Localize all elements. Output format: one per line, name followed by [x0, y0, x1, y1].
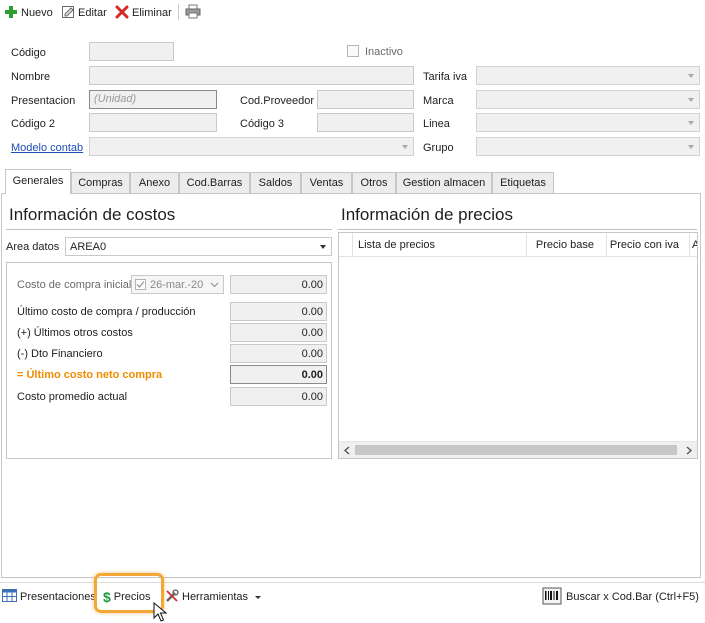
nombre-input[interactable]: [89, 66, 414, 85]
edit-label: Editar: [78, 7, 107, 19]
grupo-label: Grupo: [423, 142, 454, 154]
pencil-icon: [61, 5, 75, 22]
costo-compra-inicial-date: 26-mar.-20: [150, 279, 204, 291]
toolbar-divider: [178, 4, 179, 20]
linea-select[interactable]: [476, 113, 700, 132]
costos-divider: [6, 229, 332, 230]
tab-cod-barras[interactable]: Cod.Barras: [179, 172, 250, 193]
codigo3-input[interactable]: [317, 113, 414, 132]
otros-costos-label: (+) Últimos otros costos: [17, 327, 133, 339]
costo-promedio-label: Costo promedio actual: [17, 391, 128, 403]
dto-financiero-label: (-) Dto Financiero: [17, 348, 103, 360]
precios-grid[interactable]: Lista de precios Precio base Precio con …: [338, 232, 698, 459]
presentacion-label: Presentacion: [11, 95, 76, 107]
grid-icon: [2, 589, 17, 605]
print-button[interactable]: [185, 4, 201, 22]
buscar-codbar-label: Buscar x Cod.Bar (Ctrl+F5): [566, 591, 699, 603]
tab-ventas[interactable]: Ventas: [301, 172, 352, 193]
new-label: Nuevo: [21, 7, 53, 19]
inactivo-checkbox[interactable]: [347, 45, 359, 57]
chevron-down-icon: [320, 245, 326, 249]
grupo-select[interactable]: [476, 137, 700, 156]
date-checkbox[interactable]: [135, 279, 146, 290]
scrollbar-thumb[interactable]: [355, 445, 677, 455]
herramientas-label: Herramientas: [182, 591, 249, 603]
chevron-down-icon: [688, 74, 694, 78]
codigo-input[interactable]: [89, 42, 174, 61]
plus-icon: [4, 5, 18, 22]
tab-etiquetas[interactable]: Etiquetas: [492, 172, 554, 193]
delete-button[interactable]: Eliminar: [115, 4, 172, 22]
costos-title: Información de costos: [9, 205, 176, 224]
costo-compra-inicial-date-picker[interactable]: 26-mar.-20: [131, 275, 224, 294]
costo-compra-inicial-label: Costo de compra inicial: [17, 279, 132, 291]
dollar-icon: $: [103, 589, 111, 605]
presentacion-input[interactable]: (Unidad): [89, 90, 217, 109]
inactivo-label: Inactivo: [365, 46, 403, 58]
marca-select[interactable]: [476, 90, 700, 109]
ultimo-costo-neto-value: 0.00: [230, 365, 327, 384]
tools-icon: [165, 588, 179, 606]
checkmark-icon: [136, 281, 145, 288]
dropdown-arrow-icon: [255, 595, 262, 599]
presentaciones-button[interactable]: Presentaciones: [2, 587, 96, 607]
buscar-codbar-button[interactable]: Buscar x Cod.Bar (Ctrl+F5): [541, 587, 699, 607]
tab-generales[interactable]: Generales: [5, 169, 71, 194]
ultimo-costo-value[interactable]: 0.00: [230, 302, 327, 321]
area-datos-select[interactable]: AREA0: [65, 237, 332, 256]
barcode-icon: [541, 587, 563, 608]
chevron-down-icon: [688, 121, 694, 125]
precios-divider: [338, 229, 697, 230]
delete-label: Eliminar: [132, 7, 172, 19]
nombre-label: Nombre: [11, 71, 51, 83]
precios-grid-header: Lista de precios Precio base Precio con …: [339, 233, 697, 257]
ultimo-costo-neto-label: = Último costo neto compra: [17, 369, 163, 381]
delete-x-icon: [115, 5, 129, 22]
tab-gestion-almacen[interactable]: Gestion almacen: [396, 172, 492, 193]
cod-proveedor-label: Cod.Proveedor: [240, 95, 314, 107]
herramientas-button[interactable]: Herramientas: [165, 587, 262, 607]
horizontal-scrollbar[interactable]: [339, 441, 697, 458]
col-precio-base[interactable]: Precio base: [527, 233, 607, 257]
cod-proveedor-input[interactable]: [317, 90, 414, 109]
tarifa-iva-label: Tarifa iva: [423, 71, 468, 83]
tab-otros[interactable]: Otros: [352, 172, 396, 193]
codigo2-label: Código 2: [11, 118, 56, 130]
precios-label: Precios: [113, 591, 151, 603]
linea-label: Linea: [423, 118, 450, 130]
precios-title: Información de precios: [341, 205, 513, 224]
tarifa-iva-select[interactable]: [476, 66, 700, 85]
chevron-left-icon[interactable]: [343, 446, 351, 455]
edit-button[interactable]: Editar: [61, 4, 107, 22]
chevron-down-icon: [402, 145, 408, 149]
presentaciones-label: Presentaciones: [20, 591, 96, 603]
chevron-right-icon[interactable]: [685, 446, 693, 455]
ultimo-costo-label: Último costo de compra / producción: [17, 306, 196, 318]
codigo2-input[interactable]: [89, 113, 217, 132]
tab-anexo[interactable]: Anexo: [130, 172, 179, 193]
tab-saldos[interactable]: Saldos: [250, 172, 301, 193]
chevron-down-icon: [210, 282, 219, 288]
codigo-label: Código: [11, 47, 46, 59]
modelo-contab-link[interactable]: Modelo contab: [11, 142, 83, 154]
otros-costos-value[interactable]: 0.00: [230, 323, 327, 342]
new-button[interactable]: Nuevo: [4, 4, 53, 22]
costo-promedio-value[interactable]: 0.00: [230, 387, 327, 406]
row-indicator-header: [339, 233, 353, 257]
modelo-contab-select[interactable]: [89, 137, 414, 156]
costo-compra-inicial-value[interactable]: 0.00: [230, 275, 327, 294]
chevron-down-icon: [688, 145, 694, 149]
printer-icon: [185, 4, 201, 22]
codigo3-label: Código 3: [240, 118, 285, 130]
precios-button[interactable]: $ Precios: [103, 587, 150, 607]
marca-label: Marca: [423, 95, 454, 107]
tab-compras[interactable]: Compras: [71, 172, 130, 193]
area-datos-label: Area datos: [6, 241, 60, 253]
col-precio-con-iva[interactable]: Precio con iva: [607, 233, 690, 257]
dto-financiero-value[interactable]: 0.00: [230, 344, 327, 363]
col-lista-precios[interactable]: Lista de precios: [353, 233, 527, 257]
col-truncated[interactable]: A: [690, 233, 697, 257]
area-datos-value: AREA0: [70, 241, 107, 253]
chevron-down-icon: [688, 98, 694, 102]
